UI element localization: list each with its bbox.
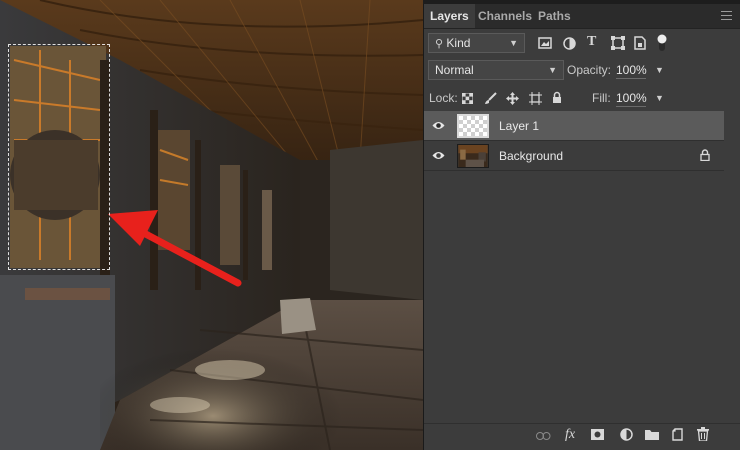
chevron-down-icon: ▼ xyxy=(548,65,557,75)
fill-label: Fill: xyxy=(592,91,611,105)
marquee-selection[interactable] xyxy=(8,44,110,270)
pixel-layer-filter-icon[interactable] xyxy=(538,37,552,49)
layer-thumbnail xyxy=(457,114,489,138)
lock-row: Lock: Fill: 100% ▼ xyxy=(424,88,740,110)
layer-style-fx-button[interactable]: fx xyxy=(565,427,575,443)
lock-position-move-icon[interactable] xyxy=(506,92,519,105)
fill-input[interactable]: 100% xyxy=(616,90,647,107)
add-mask-icon[interactable] xyxy=(591,429,604,440)
new-group-folder-icon[interactable] xyxy=(645,429,659,440)
layer-name: Layer 1 xyxy=(499,119,540,133)
delete-layer-trash-icon[interactable] xyxy=(697,427,709,441)
opacity-chevron-icon[interactable]: ▼ xyxy=(655,65,664,75)
layer-name: Background xyxy=(499,149,564,163)
lock-image-pixels-brush-icon[interactable] xyxy=(484,92,497,105)
new-adjustment-layer-icon[interactable] xyxy=(620,428,633,441)
new-layer-icon[interactable] xyxy=(672,428,684,441)
link-layers-icon[interactable] xyxy=(536,432,551,440)
layers-panel-footer: fx xyxy=(424,423,740,450)
document-canvas[interactable] xyxy=(0,0,423,450)
blend-row: Normal ▼ Opacity: 100% ▼ xyxy=(424,60,740,82)
search-icon: ⚲ xyxy=(435,38,444,50)
lock-icon xyxy=(700,149,710,161)
layers-panel: Layers Channels Paths ⚲ Kind ▼ T Normal … xyxy=(423,4,740,450)
filter-kind-dropdown[interactable]: ⚲ Kind ▼ xyxy=(428,33,525,53)
adjustment-layer-filter-icon[interactable] xyxy=(563,37,576,50)
lock-label: Lock: xyxy=(429,91,458,105)
visibility-eye-icon[interactable] xyxy=(432,120,445,131)
chevron-down-icon: ▼ xyxy=(509,38,518,48)
visibility-eye-icon[interactable] xyxy=(432,150,445,161)
type-layer-filter-icon[interactable]: T xyxy=(587,34,596,50)
blend-mode-dropdown[interactable]: Normal ▼ xyxy=(428,60,564,80)
blend-mode-value: Normal xyxy=(435,63,474,77)
opacity-input[interactable]: 100% xyxy=(616,62,647,79)
smart-object-filter-icon[interactable] xyxy=(634,36,646,50)
panel-tabs: Layers Channels Paths xyxy=(424,4,740,29)
filter-toggle-switch[interactable] xyxy=(657,34,667,52)
layer-row-layer-1[interactable]: Layer 1 xyxy=(424,111,724,141)
filter-kind-label: Kind xyxy=(446,36,471,50)
tab-channels[interactable]: Channels xyxy=(472,4,538,28)
lock-artboard-icon[interactable] xyxy=(529,92,542,105)
filter-row: ⚲ Kind ▼ T xyxy=(424,33,740,55)
layer-thumbnail xyxy=(457,144,489,168)
tab-layers[interactable]: Layers xyxy=(424,4,475,28)
layer-row-background[interactable]: Background xyxy=(424,141,724,171)
fill-chevron-icon[interactable]: ▼ xyxy=(655,93,664,103)
panel-menu-icon[interactable] xyxy=(721,11,732,20)
tab-paths[interactable]: Paths xyxy=(532,4,577,28)
lock-all-icon[interactable] xyxy=(552,91,562,104)
lock-transparent-pixels-icon[interactable] xyxy=(462,93,473,104)
shape-layer-filter-icon[interactable] xyxy=(611,36,625,50)
opacity-label: Opacity: xyxy=(567,63,612,77)
